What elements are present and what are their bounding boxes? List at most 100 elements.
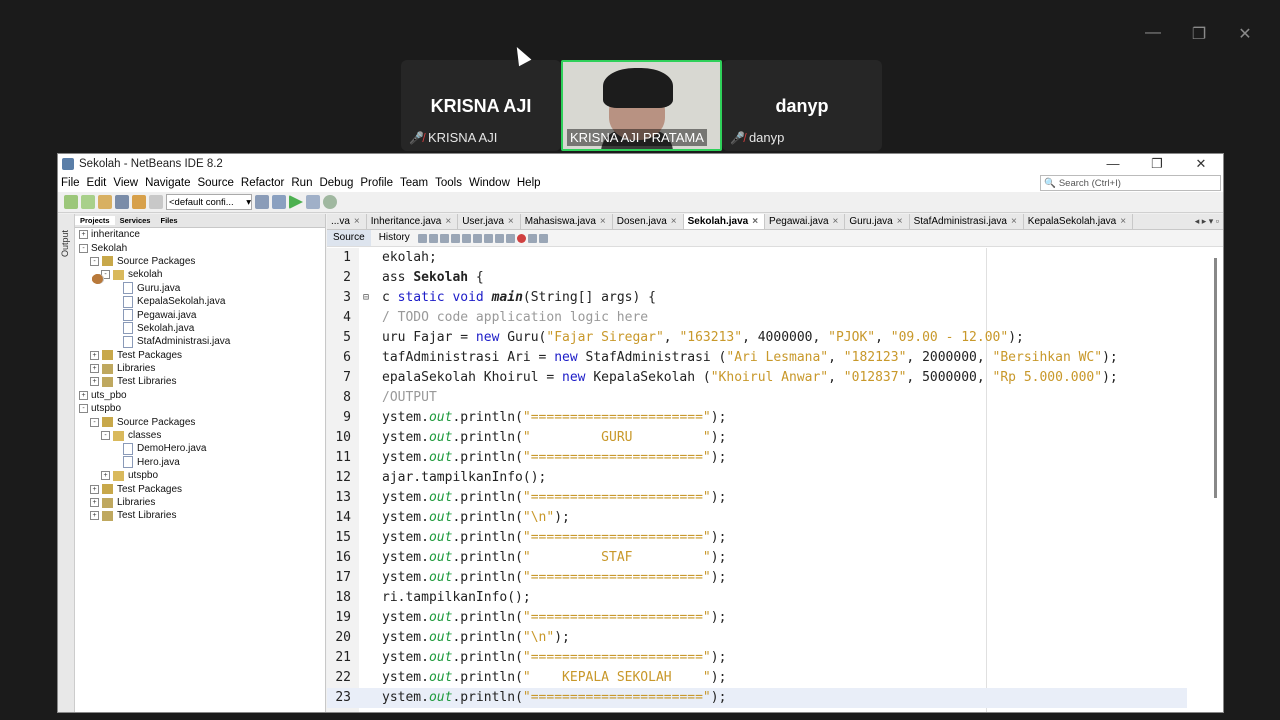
tab-services[interactable]: Services: [115, 216, 156, 225]
code-line[interactable]: 15 ystem.out.println("===================…: [327, 528, 1187, 548]
maximize-button[interactable]: ❐: [1135, 156, 1179, 172]
menu-help[interactable]: Help: [514, 177, 545, 189]
tree-node[interactable]: - Source Packages: [75, 255, 325, 268]
code-line[interactable]: 7 epalaSekolah Khoirul = new KepalaSekola…: [327, 368, 1187, 388]
close-tab-icon[interactable]: ×: [1120, 216, 1126, 227]
back-icon[interactable]: [417, 233, 427, 243]
code-line[interactable]: 3 ⊟ c static void main(String[] args) {: [327, 288, 1187, 308]
code-line[interactable]: 22 ystem.out.println(" KEPALA SEKOLAH ");: [327, 668, 1187, 688]
tree-node[interactable]: - sekolah: [75, 268, 325, 281]
find-prev-icon[interactable]: [450, 233, 460, 243]
code-line[interactable]: 8/OUTPUT: [327, 388, 1187, 408]
open-project-icon[interactable]: [98, 195, 112, 209]
code-line[interactable]: 16 ystem.out.println(" STAF ");: [327, 548, 1187, 568]
code-line[interactable]: 11 ystem.out.println("===================…: [327, 448, 1187, 468]
run-icon[interactable]: [289, 195, 303, 209]
editor-tab[interactable]: User.java ×: [458, 214, 521, 229]
meeting-close-button[interactable]: ✕: [1222, 24, 1268, 44]
code-line[interactable]: 21 ystem.out.println("===================…: [327, 648, 1187, 668]
shift-left-icon[interactable]: [494, 233, 504, 243]
close-button[interactable]: ✕: [1179, 156, 1223, 172]
close-tab-icon[interactable]: ×: [833, 216, 839, 227]
tree-node[interactable]: Hero.java: [75, 456, 325, 469]
code-line[interactable]: 20 ystem.out.println("\n");: [327, 628, 1187, 648]
editor-tab[interactable]: Inheritance.java ×: [367, 214, 459, 229]
expand-icon[interactable]: +: [79, 390, 88, 400]
profile-icon[interactable]: [323, 195, 337, 209]
tab-history[interactable]: History: [373, 230, 416, 246]
save-all-icon[interactable]: [115, 195, 129, 209]
editor-tab[interactable]: Pegawai.java ×: [765, 214, 846, 229]
tree-node[interactable]: + Test Packages: [75, 349, 325, 362]
menu-view[interactable]: View: [110, 177, 142, 189]
tree-node[interactable]: + uts_pbo: [75, 274, 325, 402]
editor-tab[interactable]: Dosen.java ×: [613, 214, 684, 229]
menu-debug[interactable]: Debug: [316, 177, 357, 189]
close-tab-icon[interactable]: ×: [671, 216, 677, 227]
tree-node[interactable]: + Test Libraries: [75, 375, 325, 388]
code-line[interactable]: 9 ystem.out.println("====================…: [327, 408, 1187, 428]
menu-team[interactable]: Team: [397, 177, 432, 189]
collapse-icon[interactable]: -: [101, 431, 110, 441]
fold-icon[interactable]: ⊟: [363, 288, 369, 308]
active-speaker-tile[interactable]: KRISNA AJI PRATAMA: [561, 60, 722, 151]
tree-node[interactable]: - classes: [75, 429, 325, 442]
search-input[interactable]: 🔍 Search (Ctrl+I): [1040, 175, 1221, 191]
tab-navigation-icons[interactable]: ◂ ▸ ▾ ▫: [1189, 216, 1223, 227]
menu-navigate[interactable]: Navigate: [142, 177, 194, 189]
minimize-button[interactable]: —: [1091, 156, 1135, 172]
menu-source[interactable]: Source: [194, 177, 237, 189]
tree-node[interactable]: StafAdministrasi.java: [75, 335, 325, 348]
close-tab-icon[interactable]: ×: [752, 216, 758, 227]
clean-build-icon[interactable]: [272, 195, 286, 209]
configuration-select[interactable]: <default confi... ▾: [166, 194, 252, 210]
forward-icon[interactable]: [428, 233, 438, 243]
code-line[interactable]: 1 ekolah;: [327, 248, 1187, 268]
find-icon[interactable]: [439, 233, 449, 243]
code-line[interactable]: 10 ystem.out.println(" GURU ");: [327, 428, 1187, 448]
collapse-icon[interactable]: -: [90, 256, 99, 266]
code-line[interactable]: 19 ystem.out.println("===================…: [327, 608, 1187, 628]
expand-icon[interactable]: +: [90, 364, 99, 374]
expand-icon[interactable]: +: [90, 350, 99, 360]
toggle-highlight-icon[interactable]: [472, 233, 482, 243]
tree-node[interactable]: Pegawai.java: [75, 308, 325, 322]
menu-window[interactable]: Window: [466, 177, 514, 189]
code-line[interactable]: 18 ri.tampilkanInfo();: [327, 588, 1187, 608]
code-line[interactable]: 6 tafAdministrasi Ari = new StafAdministr…: [327, 348, 1187, 368]
code-line[interactable]: 4 / TODO code application logic here: [327, 308, 1187, 328]
code-line[interactable]: 17 ystem.out.println("===================…: [327, 568, 1187, 588]
editor-tab[interactable]: ...va ×: [327, 214, 367, 229]
find-next-icon[interactable]: [461, 233, 471, 243]
tree-node[interactable]: KepalaSekolah.java: [75, 295, 325, 308]
tree-node[interactable]: + inheritance: [75, 228, 325, 284]
menu-profile[interactable]: Profile: [357, 177, 397, 189]
editor-tab[interactable]: Sekolah.java ×: [683, 214, 766, 229]
participant-tile[interactable]: KRISNA AJI 🎤̸ KRISNA AJI: [401, 60, 561, 151]
stop-macro-icon[interactable]: [527, 233, 537, 243]
editor-tab[interactable]: Mahasiswa.java ×: [521, 214, 613, 229]
close-tab-icon[interactable]: ×: [1011, 216, 1017, 227]
close-tab-icon[interactable]: ×: [897, 216, 903, 227]
tree-node[interactable]: - utspbo: [75, 274, 325, 415]
expand-icon[interactable]: +: [101, 471, 110, 481]
build-icon[interactable]: [255, 195, 269, 209]
menu-tools[interactable]: Tools: [432, 177, 466, 189]
code-area[interactable]: 1 ekolah; 2 ass Sekolah {3 ⊟ c static void ma…: [327, 248, 1223, 712]
tree-node[interactable]: Sekolah.java: [75, 322, 325, 335]
code-line[interactable]: 14 ystem.out.println("\n");: [327, 508, 1187, 528]
menu-refactor[interactable]: Refactor: [238, 177, 288, 189]
tree-node[interactable]: + Libraries: [75, 362, 325, 375]
tab-projects[interactable]: Projects: [75, 216, 115, 225]
debug-icon[interactable]: [306, 195, 320, 209]
record-macro-icon[interactable]: [516, 233, 526, 243]
tab-files[interactable]: Files: [155, 216, 182, 225]
menu-run[interactable]: Run: [288, 177, 316, 189]
meeting-minimize-button[interactable]: —: [1130, 24, 1176, 44]
bookmark-icon[interactable]: [483, 233, 493, 243]
tree-node[interactable]: + Test Packages: [75, 482, 325, 495]
code-line[interactable]: 23 ystem.out.println("===================…: [327, 688, 1187, 708]
expand-icon[interactable]: +: [90, 484, 99, 494]
code-line[interactable]: 5 uru Fajar = new Guru("Fajar Siregar", "…: [327, 328, 1187, 348]
code-line[interactable]: 13 ystem.out.println("===================…: [327, 488, 1187, 508]
